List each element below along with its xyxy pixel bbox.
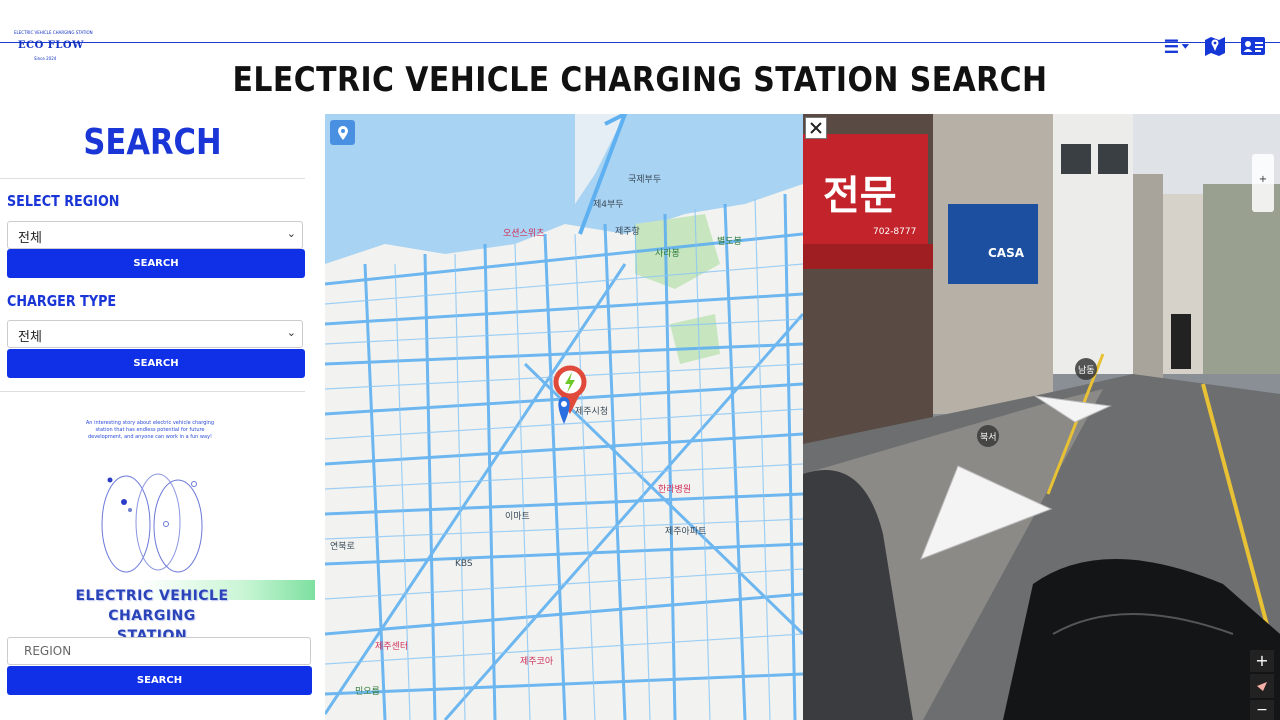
close-icon [810,122,822,134]
nav-icons [1164,34,1266,58]
region-input-search-button[interactable]: SEARCH [7,666,312,695]
map-label: 국제부두 [628,174,661,185]
shop-sign-text: 전문 [823,173,897,219]
page-title: ELECTRIC VEHICLE CHARGING STATION SEARCH [232,60,1048,100]
location-pin-icon [337,125,348,140]
map-label: 오션스위츠 [503,228,544,239]
search-sidebar: SEARCH SELECT REGION 전체 ⌄ SEARCH CHARGER… [0,114,320,720]
zoom-in-button[interactable]: + [1250,650,1274,672]
header-divider [0,42,1280,43]
direction-text: 북서 [980,432,997,443]
region-select-value: 전체 [18,231,42,246]
map-icon[interactable] [1202,34,1228,58]
chevron-down-icon: ⌄ [286,326,296,339]
charger-select-value: 전체 [18,330,42,345]
mini-zoom-control[interactable]: + [1252,154,1274,212]
direction-label-northwest[interactable]: 북서 [977,425,999,447]
map-label: 한라병원 [658,484,691,495]
orbit-illustration-icon [101,473,203,573]
map-label: 제주시청 [575,406,608,417]
logo[interactable]: ELECTRIC VEHICLE CHARGING STATION ECO FL… [10,30,93,62]
map-label: 연북로 [330,541,355,552]
map-label: 사라봉 [655,248,680,259]
sidebar-heading: SEARCH [83,122,222,163]
charger-type-label: CHARGER TYPE [7,292,117,310]
shop-sign-casa: CASA [988,246,1025,260]
ev-label-line1: ELECTRIC VEHICLE CHARGING [75,588,229,624]
charger-type-select[interactable]: 전체 ⌄ [7,320,303,348]
direction-label-southeast[interactable]: 남동 [1075,358,1097,380]
map-location-button[interactable] [330,120,355,145]
story-text: An interesting story about electric vehi… [85,420,215,440]
divider [0,391,305,392]
chevron-down-icon: ⌄ [286,227,296,240]
logo-tagline: ELECTRIC VEHICLE CHARGING STATION [14,30,93,35]
divider [0,178,305,179]
region-label: SELECT REGION [7,192,120,210]
region-input[interactable]: REGION [7,637,311,665]
map-label: 제주아파트 [665,526,706,537]
zoom-out-button[interactable]: − [1250,700,1274,720]
logo-since: Since 2024 [34,56,57,61]
current-location-pin-icon[interactable] [558,397,570,424]
direction-text: 남동 [1078,365,1095,376]
street-view-panel[interactable]: 전문 702-8777 CASA 남동 북서 + + − [803,114,1280,720]
compass-icon [1257,682,1267,691]
map-label: 제주항 [615,226,640,237]
shop-sign-phone: 702-8777 [873,227,916,237]
map-label: 제4부두 [593,199,624,210]
logo-name: ECO FLOW [18,40,84,51]
map-panel[interactable]: 국제부두 제4부두 제주항 오션스위츠 사라봉 별도봉 제주시청 한라병원 제주… [325,114,803,720]
region-search-button[interactable]: SEARCH [7,249,305,278]
menu-dropdown-icon[interactable] [1164,34,1190,58]
map-label: 제주코아 [520,656,554,667]
zoom-out-label: − [1256,702,1268,718]
map-label: 이마트 [505,511,530,522]
map-canvas[interactable]: 국제부두 제4부두 제주항 오션스위츠 사라봉 별도봉 제주시청 한라병원 제주… [325,114,803,720]
charger-search-button[interactable]: SEARCH [7,349,305,378]
map-label: 제주센터 [375,641,408,652]
id-card-icon[interactable] [1240,34,1266,58]
map-label: 별도봉 [717,236,742,247]
close-street-view-button[interactable] [805,117,827,139]
zoom-in-label: + [1255,651,1269,670]
mini-zoom-in-button[interactable]: + [1252,174,1274,185]
region-select[interactable]: 전체 ⌄ [7,221,303,249]
map-label: 민오름 [355,686,380,697]
map-label: KBS [455,559,473,569]
compass-button[interactable] [1250,674,1274,698]
street-view-canvas[interactable]: 전문 702-8777 CASA 남동 북서 [803,114,1280,720]
